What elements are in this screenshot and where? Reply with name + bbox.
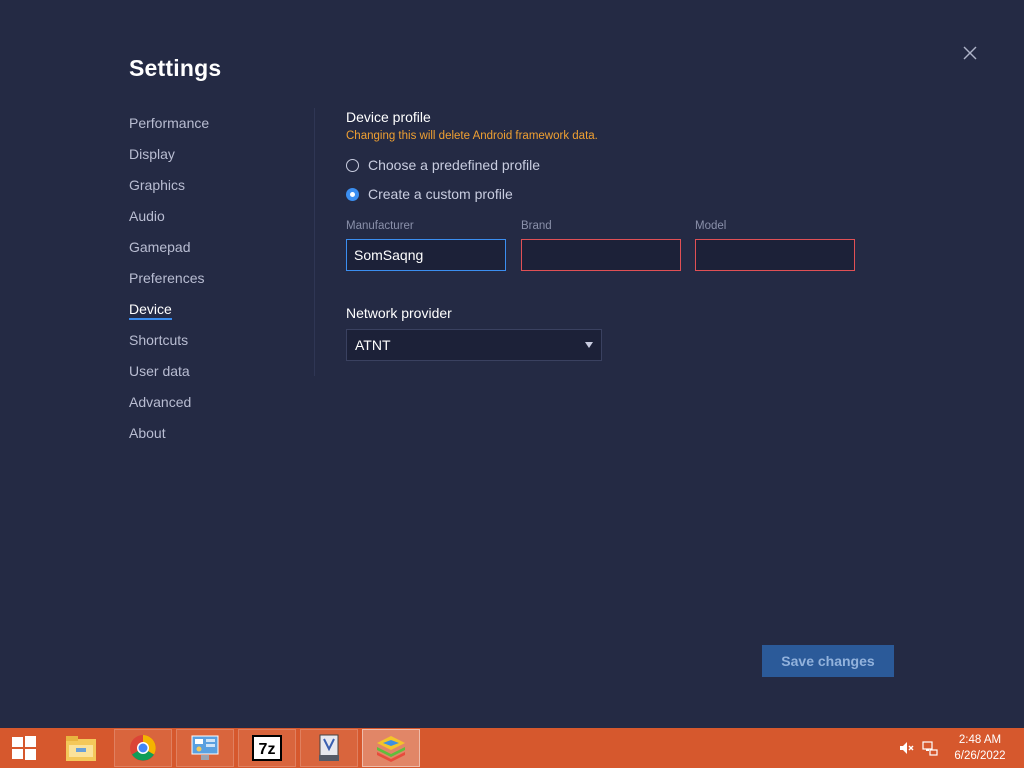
close-button[interactable] xyxy=(960,43,980,63)
radio-custom-label: Create a custom profile xyxy=(368,186,513,202)
brand-label: Brand xyxy=(521,220,552,232)
taskbar-app-installer[interactable] xyxy=(300,729,358,767)
network-icon[interactable] xyxy=(922,740,938,756)
sidebar: Performance Display Graphics Audio Gamep… xyxy=(129,112,299,453)
brand-input[interactable] xyxy=(521,239,681,271)
caret-down-icon xyxy=(585,342,593,348)
radio-button-checked[interactable] xyxy=(346,187,359,201)
sidebar-item-shortcuts[interactable]: Shortcuts xyxy=(129,329,299,360)
save-changes-button[interactable]: Save changes xyxy=(762,645,894,677)
taskbar-bluestacks[interactable] xyxy=(362,729,420,767)
manufacturer-label: Manufacturer xyxy=(346,220,414,232)
windows-logo-icon xyxy=(12,736,36,760)
installer-icon xyxy=(319,734,339,761)
clock-time: 2:48 AM xyxy=(958,734,1002,746)
manufacturer-input[interactable] xyxy=(346,239,506,271)
sidebar-item-about[interactable]: About xyxy=(129,422,299,453)
sidebar-item-gamepad[interactable]: Gamepad xyxy=(129,236,299,267)
sidebar-item-user-data[interactable]: User data xyxy=(129,360,299,391)
chrome-icon xyxy=(130,735,156,761)
sidebar-item-advanced[interactable]: Advanced xyxy=(129,391,299,422)
model-input[interactable] xyxy=(695,239,855,271)
taskbar-control-panel[interactable] xyxy=(176,729,234,767)
page-title: Settings xyxy=(129,55,222,81)
radio-custom-profile[interactable]: Create a custom profile xyxy=(346,185,513,203)
radio-predefined-profile[interactable]: Choose a predefined profile xyxy=(346,156,540,174)
start-button[interactable] xyxy=(0,728,48,768)
sidebar-item-graphics[interactable]: Graphics xyxy=(129,174,299,205)
sidebar-item-device[interactable]: Device xyxy=(129,298,299,329)
sidebar-item-audio[interactable]: Audio xyxy=(129,205,299,236)
taskbar-clock[interactable]: 2:48 AM 6/26/2022 xyxy=(946,732,1014,764)
close-icon xyxy=(963,46,977,60)
control-panel-icon xyxy=(191,735,219,760)
taskbar: 7z 2:48 AM 6/26/2022 xyxy=(0,728,1024,768)
model-label: Model xyxy=(695,220,727,232)
bluestacks-icon xyxy=(377,736,405,762)
folder-icon xyxy=(66,736,96,761)
taskbar-7zip[interactable]: 7z xyxy=(238,729,296,767)
volume-muted-icon[interactable] xyxy=(898,740,914,756)
device-profile-title: Device profile xyxy=(346,109,431,125)
device-profile-warning: Changing this will delete Android framew… xyxy=(346,130,598,142)
sidebar-item-performance[interactable]: Performance xyxy=(129,112,299,143)
radio-predefined-label: Choose a predefined profile xyxy=(368,157,541,173)
sidebar-divider xyxy=(314,108,315,376)
taskbar-file-explorer[interactable] xyxy=(52,729,110,767)
svg-text:7z: 7z xyxy=(259,741,276,758)
sidebar-item-preferences[interactable]: Preferences xyxy=(129,267,299,298)
clock-date: 6/26/2022 xyxy=(954,750,1006,762)
network-provider-value: ATNT xyxy=(355,337,391,353)
network-provider-label: Network provider xyxy=(346,305,452,321)
taskbar-chrome[interactable] xyxy=(114,729,172,767)
radio-button-unchecked[interactable] xyxy=(346,158,359,172)
sidebar-item-display[interactable]: Display xyxy=(129,143,299,174)
network-provider-select[interactable]: ATNT xyxy=(346,329,602,361)
7zip-icon: 7z xyxy=(252,735,282,761)
